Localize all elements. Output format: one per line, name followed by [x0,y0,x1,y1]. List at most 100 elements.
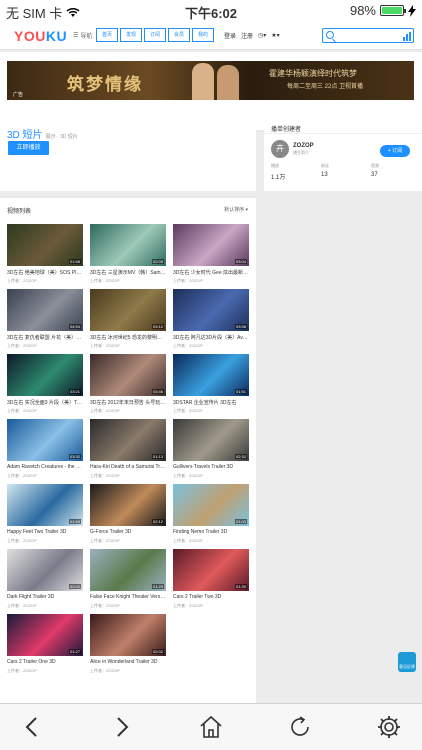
video-card[interactable]: 02:02 Dark Flight Trailer 3D 上传者：ZOZOP [7,549,83,611]
creator-name[interactable]: ZOZOP [293,143,314,149]
subscribe-button[interactable]: + 订阅 [380,145,410,157]
register-link[interactable]: 注册 [241,31,253,40]
video-title[interactable]: 3D左右 复仇者联盟 片花（美）T… [7,334,83,341]
video-title[interactable]: G-Force Trailer 3D [90,529,166,535]
video-thumbnail[interactable]: 02:02 [90,614,166,656]
video-thumbnail[interactable]: 01:29 [90,549,166,591]
video-title[interactable]: 3D左右 阿凡达3D片段（美）Ava… [173,334,249,341]
video-thumbnail[interactable]: 03:04 [173,224,249,266]
battery-percent: 98% [349,3,376,18]
search-input[interactable] [322,28,414,43]
video-thumbnail[interactable]: 03:58 [173,289,249,331]
video-title[interactable]: Gullivers Travels Trailer 3D [173,464,249,470]
play-now-button[interactable]: 立即播放 [8,141,49,155]
history-icon[interactable]: ◷▾ [258,32,266,39]
video-card[interactable]: 03:12 3D左右 冰河世纪5 恐龙的黎明… 上传者：ZOZOP [90,289,166,351]
youku-logo[interactable]: YOUKU [14,28,67,44]
video-title[interactable]: Hara-Kiri Death of a Samurai Tr… [90,464,166,470]
video-card[interactable]: 03:32 Adam Ravetch Creatures - the P… 上传者：… [7,419,83,481]
video-card[interactable]: 03:46 3D左右 2012年末日预告 头号玩… 上传者：ZOZOP [90,354,166,416]
ad-tag: 广告 [13,92,24,98]
video-card[interactable]: 01:51 3DSTAR 企业宣传片 3D左右 上传者：ZOZOP [173,354,249,416]
video-card[interactable]: 03:21 3D左右 实况全面3 片段（美）Tr… 上传者：ZOZOP [7,354,83,416]
video-thumbnail[interactable]: 01:03 [173,484,249,526]
video-thumbnail[interactable]: 01:13 [90,419,166,461]
video-thumbnail[interactable]: 03:32 [7,419,83,461]
video-card[interactable]: 02:12 G-Force Trailer 3D 上传者：ZOZOP [90,484,166,546]
video-card[interactable]: 04:54 3D左右 复仇者联盟 片花（美）T… 上传者：ZOZOP [7,289,83,351]
video-title[interactable]: Adam Ravetch Creatures - the P… [7,464,83,470]
video-thumbnail[interactable]: 02:02 [7,549,83,591]
web-page[interactable]: YOUKU ☰ 导航 首页 发现 订阅 会员 我的 登录 注册 ◷▾ ★▾ 筑梦情缘 霍… [0,22,422,703]
video-thumbnail[interactable]: 01:59 [7,484,83,526]
video-card[interactable]: 02:05 3D左右 三星演示MV（韩）Sam… 上传者：ZOZOP [90,224,166,286]
video-title[interactable]: 3D左右 实况全面3 片段（美）Tr… [7,399,83,406]
refresh-icon[interactable] [287,714,313,740]
tab-3[interactable]: 会员 [168,28,190,42]
video-duration: 01:51 [234,389,247,394]
video-thumbnail[interactable]: 01:30 [173,549,249,591]
video-card[interactable]: 03:04 3D左右 少女时代 Gee 炫出最新款（… 上传者：ZOZOP [173,224,249,286]
menu-button[interactable]: ☰ 导航 [73,31,92,40]
video-uploader: 上传者：ZOZOP [90,278,120,283]
video-card[interactable]: 01:30 Cars 2 Trailer Two 3D 上传者：ZOZOP [173,549,249,611]
login-link[interactable]: 登录 [224,31,236,40]
video-title[interactable]: 3D左右 冰河世纪5 恐龙的黎明… [90,334,166,341]
tab-0[interactable]: 首页 [96,28,118,42]
video-uploader: 上传者：ZOZOP [173,408,203,413]
video-thumbnail[interactable]: 04:54 [7,289,83,331]
video-thumbnail[interactable]: 01:27 [7,614,83,656]
favorites-icon[interactable]: ★▾ [271,32,279,39]
video-title[interactable]: 3D左右 绝美地球（美）SOS Pla… [7,269,83,276]
video-uploader: 上传者：ZOZOP [90,473,120,478]
video-card[interactable]: 01:29 False Face Knight Theater Versi… 上传者… [90,549,166,611]
video-title[interactable]: Finding Nemo Trailer 3D [173,529,249,535]
video-card[interactable]: 01:27 Cars 2 Trailer One 3D 上传者：ZOZOP [7,614,83,676]
status-right: 98% [350,3,416,18]
video-uploader: 上传者：ZOZOP [173,343,203,348]
creator-panel: 播单创建者 卉 ZOZOP 播主简介 + 订阅 播放 1.1万 粉丝 13 视频 37 [264,116,422,191]
tab-4[interactable]: 我的 [192,28,214,42]
video-title[interactable]: Alice in Wonderland Trailer 3D [90,659,166,665]
video-title[interactable]: 3D左右 2012年末日预告 头号玩… [90,399,166,406]
feedback-button[interactable]: 意见反馈 [398,652,416,672]
video-thumbnail[interactable]: 03:21 [7,354,83,396]
video-title[interactable]: 3D左右 三星演示MV（韩）Sam… [90,269,166,276]
video-card[interactable]: 02:32 Gullivers Travels Trailer 3D 上传者：ZOZ… [173,419,249,481]
stat-plays: 播放 1.1万 [271,163,286,181]
video-title[interactable]: False Face Knight Theater Versi… [90,594,166,600]
sort-dropdown[interactable]: 默认排序 ▾ [224,206,248,213]
gear-icon[interactable] [376,714,402,740]
tab-2[interactable]: 订阅 [144,28,166,42]
video-card[interactable]: 01:58 3D左右 绝美地球（美）SOS Pla… 上传者：ZOZOP [7,224,83,286]
video-list-header: 视频列表 [7,209,32,215]
video-card[interactable]: 01:13 Hara-Kiri Death of a Samurai Tr… 上传者… [90,419,166,481]
forward-icon[interactable] [108,714,134,740]
video-title[interactable]: Dark Flight Trailer 3D [7,594,83,600]
video-title[interactable]: 3D左右 少女时代 Gee 炫出最新款（… [173,269,249,276]
video-thumbnail[interactable]: 01:58 [7,224,83,266]
video-title[interactable]: Cars 2 Trailer Two 3D [173,594,249,600]
video-thumbnail[interactable]: 01:51 [173,354,249,396]
ad-figure-right [217,65,239,100]
video-title[interactable]: 3DSTAR 企业宣传片 3D左右 [173,399,249,406]
video-card[interactable]: 03:58 3D左右 阿凡达3D片段（美）Ava… 上传者：ZOZOP [173,289,249,351]
video-thumbnail[interactable]: 02:32 [173,419,249,461]
video-card[interactable]: 01:59 Happy Feet Two Trailer 3D 上传者：ZOZOP [7,484,83,546]
video-title[interactable]: Cars 2 Trailer One 3D [7,659,83,665]
avatar[interactable]: 卉 [271,140,289,158]
video-title[interactable]: Happy Feet Two Trailer 3D [7,529,83,535]
home-icon[interactable] [198,714,224,740]
back-icon[interactable] [20,714,46,740]
video-uploader: 上传者：ZOZOP [173,538,203,543]
tab-1[interactable]: 发现 [120,28,142,42]
ad-banner[interactable]: 筑梦情缘 霍建华杨颖演绎时代筑梦 每周二至周三 22点 卫视首播 [7,61,414,100]
video-thumbnail[interactable]: 02:05 [90,224,166,266]
video-thumbnail[interactable]: 03:46 [90,354,166,396]
video-duration: 01:30 [234,584,247,589]
video-thumbnail[interactable]: 02:12 [90,484,166,526]
video-thumbnail[interactable]: 03:12 [90,289,166,331]
chart-icon[interactable] [403,32,411,41]
video-card[interactable]: 01:03 Finding Nemo Trailer 3D 上传者：ZOZOP [173,484,249,546]
video-card[interactable]: 02:02 Alice in Wonderland Trailer 3D 上传者：Z… [90,614,166,676]
